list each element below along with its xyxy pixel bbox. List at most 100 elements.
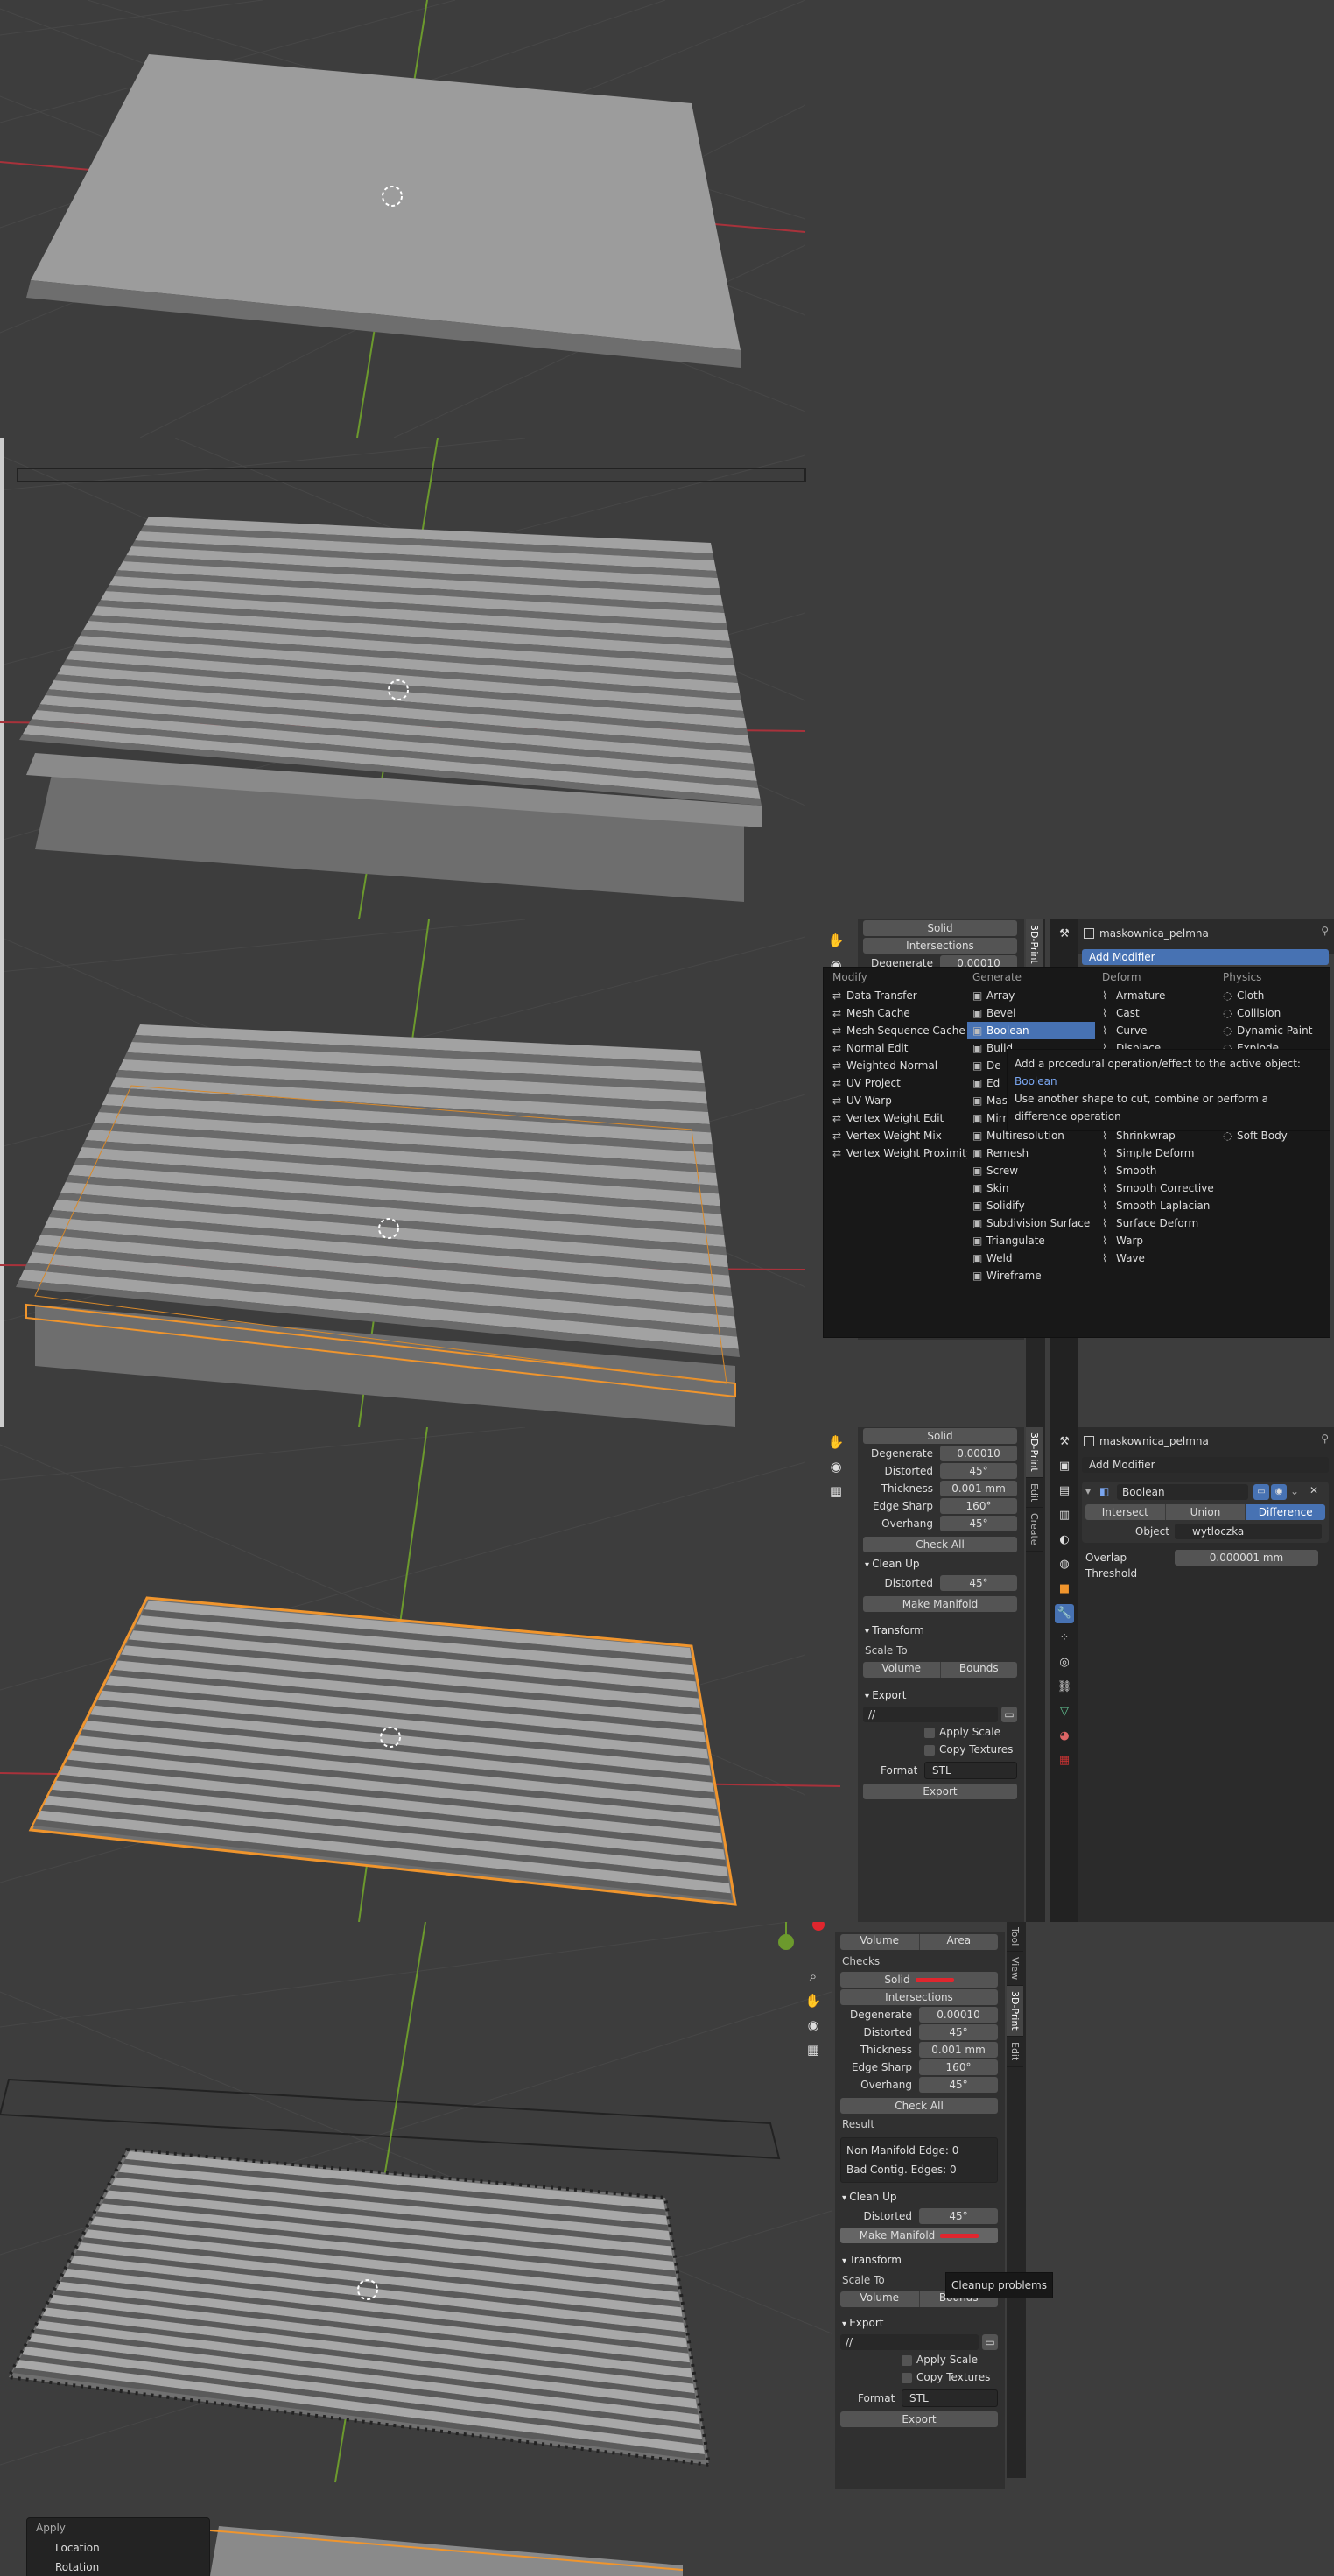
menu-item-modify-7[interactable]: ⇄ Vertex Weight Edit	[827, 1109, 967, 1127]
copy-textures-checkbox[interactable]	[902, 2372, 912, 2383]
menu-item-generate-10[interactable]: ▣ Screw	[967, 1162, 1095, 1179]
difference-button[interactable]: Difference	[1246, 1504, 1325, 1520]
show-in-render-icon[interactable]: ◉	[1271, 1484, 1287, 1500]
menu-item-modify-1[interactable]: ⇄ Mesh Cache	[827, 1004, 967, 1022]
export-path-field[interactable]: //	[840, 2334, 979, 2350]
add-modifier-button[interactable]: Add Modifier	[1082, 949, 1329, 965]
menu-item-physics-0[interactable]: ◌ Cloth	[1218, 987, 1330, 1004]
edge-sharp-field[interactable]: 160°	[940, 1498, 1017, 1514]
data-icon[interactable]: ▽	[1055, 1702, 1074, 1721]
menu-item-generate-2[interactable]: ▣ Boolean	[967, 1022, 1095, 1039]
degenerate-field[interactable]: 0.00010	[940, 1446, 1017, 1461]
cleanup-panel-header[interactable]: Clean Up	[835, 2186, 1005, 2207]
viewport-1[interactable]	[0, 0, 1334, 438]
menu-item-modify-6[interactable]: ⇄ UV Warp	[827, 1092, 967, 1109]
make-manifold-button[interactable]: Make Manifold	[863, 1596, 1017, 1612]
export-button[interactable]: Export	[840, 2411, 998, 2427]
overhang-field[interactable]: 45°	[940, 1516, 1017, 1531]
menu-item-modify-2[interactable]: ⇄ Mesh Sequence Cache	[827, 1022, 967, 1039]
apply-scale-row[interactable]: Apply Scale	[863, 1723, 1017, 1741]
modifier-wrench-icon[interactable]: 🔧	[1055, 1604, 1074, 1623]
collapse-chevron-icon[interactable]: ▾	[1085, 1485, 1091, 1497]
remove-modifier-icon[interactable]: ✕	[1309, 1484, 1318, 1496]
intersect-button[interactable]: Intersect	[1085, 1504, 1166, 1520]
scene-icon[interactable]: ◐	[1055, 1531, 1074, 1550]
menu-item-deform-12[interactable]: ⌇ Smooth Laplacian	[1097, 1197, 1216, 1214]
edge-sharp-field[interactable]: 160°	[919, 2059, 998, 2075]
make-manifold-button[interactable]: Make Manifold	[840, 2228, 998, 2243]
intersections-button[interactable]: Intersections	[840, 1989, 998, 2005]
volume-button[interactable]: Volume	[863, 1662, 941, 1678]
world-icon[interactable]: ◍	[1055, 1555, 1074, 1574]
particles-icon[interactable]: ⁘	[1055, 1629, 1074, 1648]
area-button[interactable]: Area	[919, 1934, 998, 1950]
object-field[interactable]: wytloczka	[1175, 1524, 1322, 1539]
menu-item-generate-12[interactable]: ▣ Solidify	[967, 1197, 1095, 1214]
modifier-name-field[interactable]: Boolean	[1117, 1484, 1248, 1500]
distorted-field[interactable]: 45°	[919, 2024, 998, 2040]
menu-item-deform-9[interactable]: ⌇ Simple Deform	[1097, 1144, 1216, 1162]
menu-item-modify-8[interactable]: ⇄ Vertex Weight Mix	[827, 1127, 967, 1144]
cleanup-distorted-field[interactable]: 45°	[940, 1575, 1017, 1591]
volume-button[interactable]: Volume	[840, 1934, 920, 1950]
show-in-viewport-icon[interactable]: ▭	[1253, 1484, 1269, 1500]
apply-rotation-item[interactable]: Rotation	[27, 2558, 209, 2576]
cleanup-panel-header[interactable]: Clean Up	[858, 1553, 1024, 1574]
pan-hand-icon[interactable]: ✋	[803, 1990, 824, 2011]
thickness-field[interactable]: 0.001 mm	[940, 1481, 1017, 1496]
apply-scale-row[interactable]: Apply Scale	[840, 2351, 998, 2368]
degenerate-field[interactable]: 0.00010	[919, 2007, 998, 2023]
menu-item-generate-15[interactable]: ▣ Weld	[967, 1249, 1095, 1267]
thickness-field[interactable]: 0.001 mm	[919, 2042, 998, 2058]
apply-scale-checkbox[interactable]	[924, 1727, 935, 1738]
menu-item-deform-1[interactable]: ⌇ Cast	[1097, 1004, 1216, 1022]
viewport-2-canvas[interactable]	[0, 438, 1334, 919]
folder-icon[interactable]: ▭	[982, 2334, 998, 2350]
menu-item-deform-0[interactable]: ⌇ Armature	[1097, 987, 1216, 1004]
tab-3d-print[interactable]: 3D-Print	[1026, 919, 1043, 970]
viewport-2[interactable]	[0, 438, 1334, 919]
menu-item-generate-0[interactable]: ▣ Array	[967, 987, 1095, 1004]
menu-item-deform-14[interactable]: ⌇ Warp	[1097, 1232, 1216, 1249]
export-button[interactable]: Export	[863, 1784, 1017, 1799]
tab-edit[interactable]: Edit	[1026, 1478, 1043, 1509]
menu-item-generate-9[interactable]: ▣ Remesh	[967, 1144, 1095, 1162]
view-layer-icon[interactable]: ▥	[1055, 1506, 1074, 1525]
export-panel-header[interactable]: Export	[858, 1685, 1024, 1706]
menu-item-physics-2[interactable]: ◌ Dynamic Paint	[1218, 1022, 1330, 1039]
grid-icon[interactable]: ▦	[803, 2039, 824, 2060]
pan-hand-icon[interactable]: ✋	[825, 1432, 846, 1453]
menu-item-generate-1[interactable]: ▣ Bevel	[967, 1004, 1095, 1022]
tab-3d-print[interactable]: 3D-Print	[1026, 1427, 1043, 1478]
menu-item-modify-0[interactable]: ⇄ Data Transfer	[827, 987, 967, 1004]
copy-textures-row[interactable]: Copy Textures	[840, 2368, 998, 2386]
intersections-button[interactable]: Intersections	[863, 938, 1017, 954]
grid-icon[interactable]: ▦	[825, 1481, 846, 1502]
object-props-icon[interactable]: ■	[1055, 1580, 1074, 1599]
menu-item-deform-15[interactable]: ⌇ Wave	[1097, 1249, 1216, 1267]
solid-button[interactable]: Solid	[863, 920, 1017, 936]
menu-item-modify-9[interactable]: ⇄ Vertex Weight Proximity	[827, 1144, 967, 1162]
menu-item-modify-5[interactable]: ⇄ UV Project	[827, 1074, 967, 1092]
volume-scale-button[interactable]: Volume	[840, 2291, 920, 2307]
viewport-1-canvas[interactable]	[0, 0, 1334, 438]
tool-icon[interactable]: ⚒	[1055, 1432, 1074, 1452]
apply-scale-checkbox[interactable]	[902, 2354, 912, 2366]
physics-icon[interactable]: ◎	[1055, 1653, 1074, 1672]
viewport-5-canvas[interactable]	[0, 1922, 1334, 2576]
viewport-3[interactable]: ✋ ◉ Solid Intersections Degenerate 0.0001…	[0, 919, 1334, 1427]
transform-panel-header[interactable]: Transform	[835, 2249, 1005, 2270]
viewport-4[interactable]: ✋ ◉ ▦ Solid Degenerate 0.00010 Distorted 4…	[0, 1427, 1334, 1922]
menu-item-deform-10[interactable]: ⌇ Smooth	[1097, 1162, 1216, 1179]
format-dropdown[interactable]: STL	[924, 1762, 1017, 1779]
menu-item-modify-3[interactable]: ⇄ Normal Edit	[827, 1039, 967, 1057]
tab-edit[interactable]: Edit	[1007, 2037, 1023, 2067]
zoom-icon[interactable]: ⌕	[803, 1966, 824, 1987]
camera-icon[interactable]: ◉	[825, 1456, 846, 1477]
output-icon[interactable]: ▤	[1055, 1482, 1074, 1501]
render-icon[interactable]: ▣	[1055, 1457, 1074, 1476]
texture-icon[interactable]: ▦	[1055, 1751, 1074, 1770]
tab-tool[interactable]: Tool	[1007, 1922, 1023, 1953]
export-path-field[interactable]: //	[863, 1707, 998, 1722]
solid-button[interactable]: Solid	[863, 1428, 1017, 1444]
